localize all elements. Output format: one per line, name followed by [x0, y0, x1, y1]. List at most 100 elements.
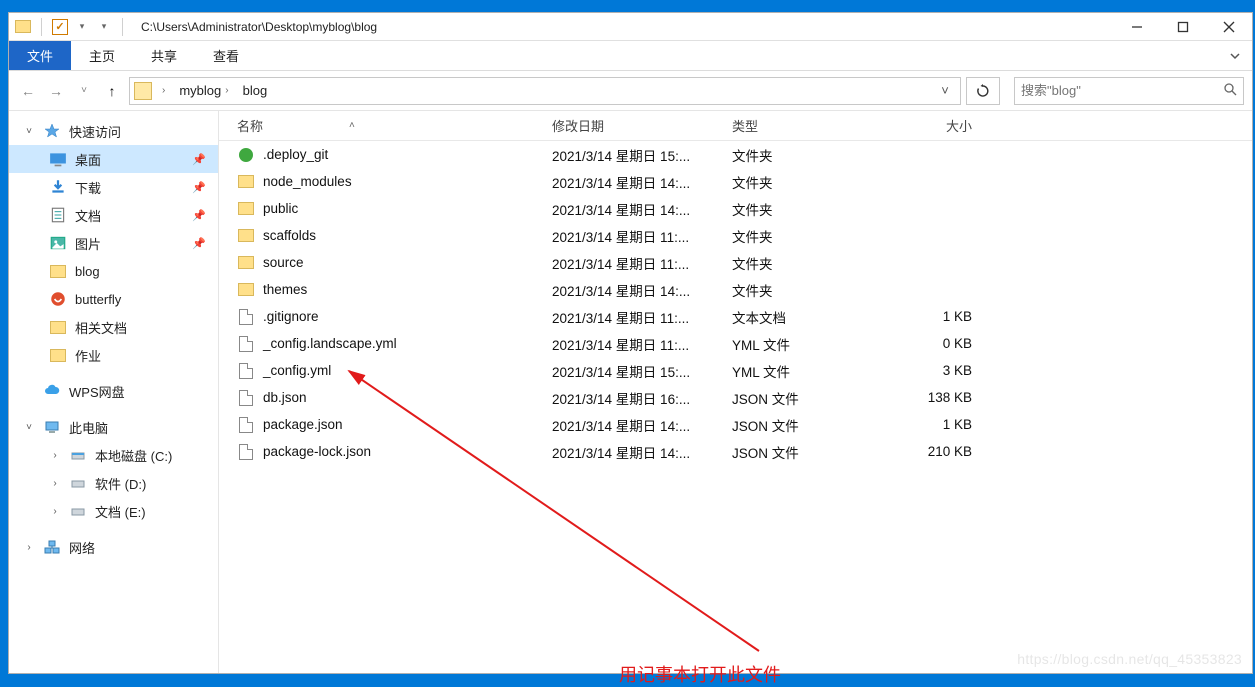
file-row[interactable]: package-lock.json2021/3/14 星期日 14:...JSO… — [219, 438, 1252, 465]
drive-icon — [69, 503, 87, 519]
up-button[interactable]: ↑ — [101, 80, 123, 102]
sidebar-quick-access[interactable]: ˅ 快速访问 — [9, 117, 218, 145]
sidebar-item[interactable]: 文档📌 — [9, 201, 218, 229]
chevron-right-icon[interactable]: › — [225, 85, 228, 96]
file-row[interactable]: db.json2021/3/14 星期日 16:...JSON 文件138 KB — [219, 384, 1252, 411]
file-name: _config.landscape.yml — [263, 336, 397, 351]
sidebar-item[interactable]: 作业 — [9, 341, 218, 369]
file-size: 210 KB — [882, 444, 992, 459]
file-date: 2021/3/14 星期日 11:... — [552, 307, 732, 327]
search-icon[interactable] — [1223, 82, 1237, 99]
column-name[interactable]: 名称 ˄ — [237, 116, 552, 135]
chevron-right-icon[interactable]: › — [49, 478, 61, 489]
column-type[interactable]: 类型 — [732, 116, 882, 135]
folder-icon[interactable] — [15, 19, 31, 35]
doc-icon — [237, 389, 255, 407]
file-type: JSON 文件 — [732, 388, 882, 408]
desktop-icon — [49, 151, 67, 167]
maximize-button[interactable] — [1160, 13, 1206, 41]
sidebar-item[interactable]: 桌面📌 — [9, 145, 218, 173]
chevron-right-icon[interactable]: › — [23, 542, 35, 553]
file-date: 2021/3/14 星期日 11:... — [552, 253, 732, 273]
tab-home[interactable]: 主页 — [71, 41, 133, 70]
file-row[interactable]: package.json2021/3/14 星期日 14:...JSON 文件1… — [219, 411, 1252, 438]
column-size[interactable]: 大小 — [882, 116, 992, 135]
close-button[interactable] — [1206, 13, 1252, 41]
file-row[interactable]: public2021/3/14 星期日 14:...文件夹 — [219, 195, 1252, 222]
file-row[interactable]: themes2021/3/14 星期日 14:...文件夹 — [219, 276, 1252, 303]
sidebar-item[interactable]: 下载📌 — [9, 173, 218, 201]
sidebar-drive[interactable]: ›文档 (E:) — [9, 497, 218, 525]
breadcrumb[interactable]: myblog › — [175, 83, 232, 98]
sidebar-item[interactable]: butterfly — [9, 285, 218, 313]
file-type: 文件夹 — [732, 226, 882, 246]
cloud-icon — [43, 383, 61, 399]
file-row[interactable]: _config.landscape.yml 2021/3/14 星期日 11:..… — [219, 330, 1252, 357]
file-date: 2021/3/14 星期日 11:... — [552, 334, 732, 354]
search-box[interactable] — [1014, 77, 1244, 105]
qat-dropdown-icon[interactable]: ▾ — [74, 19, 90, 35]
chevron-down-icon[interactable]: ˅ — [23, 126, 35, 137]
chevron-down-icon[interactable]: ˅ — [23, 422, 35, 433]
file-name: package.json — [263, 417, 343, 432]
navigation-pane[interactable]: ˅ 快速访问 桌面📌下载📌文档📌图片📌blogbutterfly 相关文档作业 W… — [9, 111, 219, 673]
folder-icon — [49, 319, 67, 335]
ribbon-collapse-icon[interactable] — [1218, 41, 1252, 70]
checkbox-toggle-icon[interactable]: ✓ — [52, 19, 68, 35]
folder-icon — [237, 281, 255, 299]
file-list[interactable]: .deploy_git2021/3/14 星期日 15:...文件夹node_m… — [219, 141, 1252, 673]
minimize-button[interactable] — [1114, 13, 1160, 41]
docs-icon — [49, 207, 67, 223]
recent-locations-icon[interactable]: ˅ — [73, 80, 95, 102]
sidebar-item-label: 本地磁盘 (C:) — [95, 446, 172, 465]
refresh-button[interactable] — [966, 77, 1000, 105]
file-name: db.json — [263, 390, 307, 405]
file-list-pane: 名称 ˄ 修改日期 类型 大小 .deploy_git2021/3/14 星期日… — [219, 111, 1252, 673]
chevron-right-icon[interactable]: › — [162, 85, 165, 96]
address-dropdown-icon[interactable]: ˅ — [934, 83, 956, 98]
address-bar[interactable]: › myblog › blog ˅ — [129, 77, 961, 105]
overflow-icon[interactable]: ▾ — [96, 19, 112, 35]
chevron-right-icon[interactable]: › — [49, 506, 61, 517]
sidebar-item-label: 相关文档 — [75, 318, 127, 337]
sidebar-item-label: 作业 — [75, 346, 101, 365]
sidebar-item[interactable]: 相关文档 — [9, 313, 218, 341]
tab-share[interactable]: 共享 — [133, 41, 195, 70]
back-button[interactable]: ← — [17, 80, 39, 102]
file-name: .gitignore — [263, 309, 319, 324]
file-type: 文件夹 — [732, 253, 882, 273]
file-name: node_modules — [263, 174, 352, 189]
file-name: _config.yml — [263, 363, 331, 378]
file-row[interactable]: source2021/3/14 星期日 11:...文件夹 — [219, 249, 1252, 276]
chevron-right-icon[interactable]: › — [49, 450, 61, 461]
tab-view[interactable]: 查看 — [195, 41, 257, 70]
file-name: public — [263, 201, 298, 216]
breadcrumb-label: blog — [243, 83, 268, 98]
sidebar-item[interactable]: 图片📌 — [9, 229, 218, 257]
computer-icon — [43, 419, 61, 435]
forward-button[interactable]: → — [45, 80, 67, 102]
sidebar-network[interactable]: › 网络 — [9, 533, 218, 561]
sidebar-this-pc[interactable]: ˅ 此电脑 — [9, 413, 218, 441]
file-date: 2021/3/14 星期日 14:... — [552, 280, 732, 300]
file-row[interactable]: .deploy_git2021/3/14 星期日 15:...文件夹 — [219, 141, 1252, 168]
file-name: package-lock.json — [263, 444, 371, 459]
file-row[interactable]: .gitignore2021/3/14 星期日 11:...文本文档1 KB — [219, 303, 1252, 330]
column-date[interactable]: 修改日期 — [552, 116, 732, 135]
file-type: YML 文件 — [732, 361, 882, 381]
pin-icon: 📌 — [192, 153, 206, 166]
file-type: 文件夹 — [732, 145, 882, 165]
file-row[interactable]: _config.yml2021/3/14 星期日 15:...YML 文件3 K… — [219, 357, 1252, 384]
tab-file[interactable]: 文件 — [9, 41, 71, 70]
sidebar-wps[interactable]: WPS网盘 — [9, 377, 218, 405]
file-row[interactable]: scaffolds2021/3/14 星期日 11:...文件夹 — [219, 222, 1252, 249]
nav-buttons: ← → ˅ ↑ — [17, 80, 123, 102]
sidebar-drive[interactable]: ›软件 (D:) — [9, 469, 218, 497]
breadcrumb[interactable]: blog — [239, 83, 272, 98]
sidebar-item[interactable]: blog — [9, 257, 218, 285]
breadcrumb-label: myblog — [179, 83, 221, 98]
search-input[interactable] — [1021, 83, 1217, 98]
file-date: 2021/3/14 星期日 14:... — [552, 415, 732, 435]
sidebar-drive[interactable]: › 本地磁盘 (C:) — [9, 441, 218, 469]
file-row[interactable]: node_modules2021/3/14 星期日 14:...文件夹 — [219, 168, 1252, 195]
